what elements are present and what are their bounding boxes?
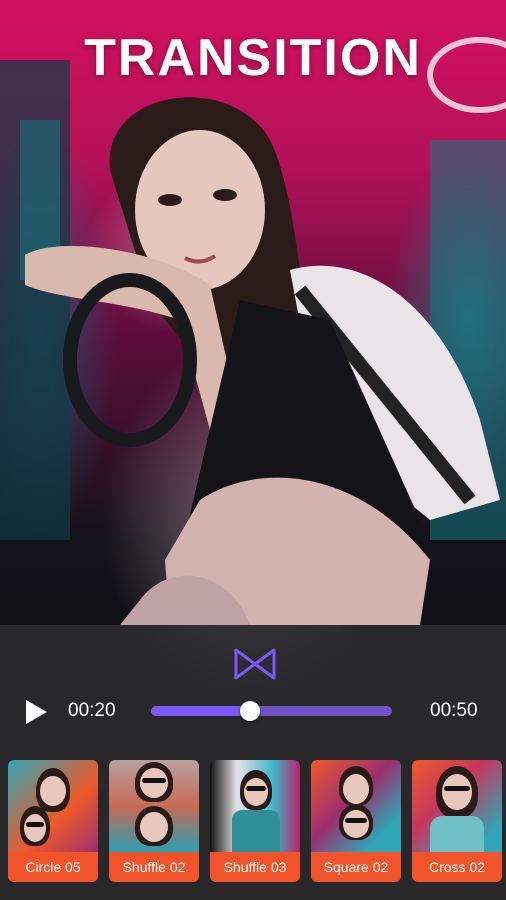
- transition-thumbnail: [210, 760, 300, 852]
- seek-bar[interactable]: [151, 701, 392, 721]
- transition-icon[interactable]: [232, 647, 278, 681]
- transition-label: Shuffle 02: [109, 852, 199, 882]
- transition-item[interactable]: Shuffle 02: [109, 760, 199, 882]
- transition-label: Shuffle 03: [210, 852, 300, 882]
- transition-thumbnail: [109, 760, 199, 852]
- seek-bar-progress: [151, 706, 250, 716]
- transition-item[interactable]: Cross 02: [412, 760, 502, 882]
- transition-item[interactable]: Shuffle 03: [210, 760, 300, 882]
- transition-label: Square 02: [311, 852, 401, 882]
- transition-item[interactable]: Circle 05: [8, 760, 98, 882]
- transition-label: Cross 02: [412, 852, 502, 882]
- screen: TRANSITION 00:20 00:50 Circle 05 Shuffle…: [0, 0, 506, 900]
- transition-label: Circle 05: [8, 852, 98, 882]
- transition-list: Circle 05 Shuffle 02 Shuffle 03 Square 0…: [8, 760, 503, 882]
- play-icon[interactable]: [20, 697, 50, 727]
- current-time: 00:20: [68, 700, 116, 721]
- page-title: TRANSITION: [84, 29, 422, 87]
- background-photo: [0, 37, 506, 625]
- transition-thumbnail: [311, 760, 401, 852]
- seek-handle[interactable]: [239, 701, 260, 721]
- transition-thumbnail: [8, 760, 98, 852]
- transition-thumbnail: [412, 760, 502, 852]
- total-time: 00:50: [430, 700, 478, 721]
- transition-item[interactable]: Square 02: [311, 760, 401, 882]
